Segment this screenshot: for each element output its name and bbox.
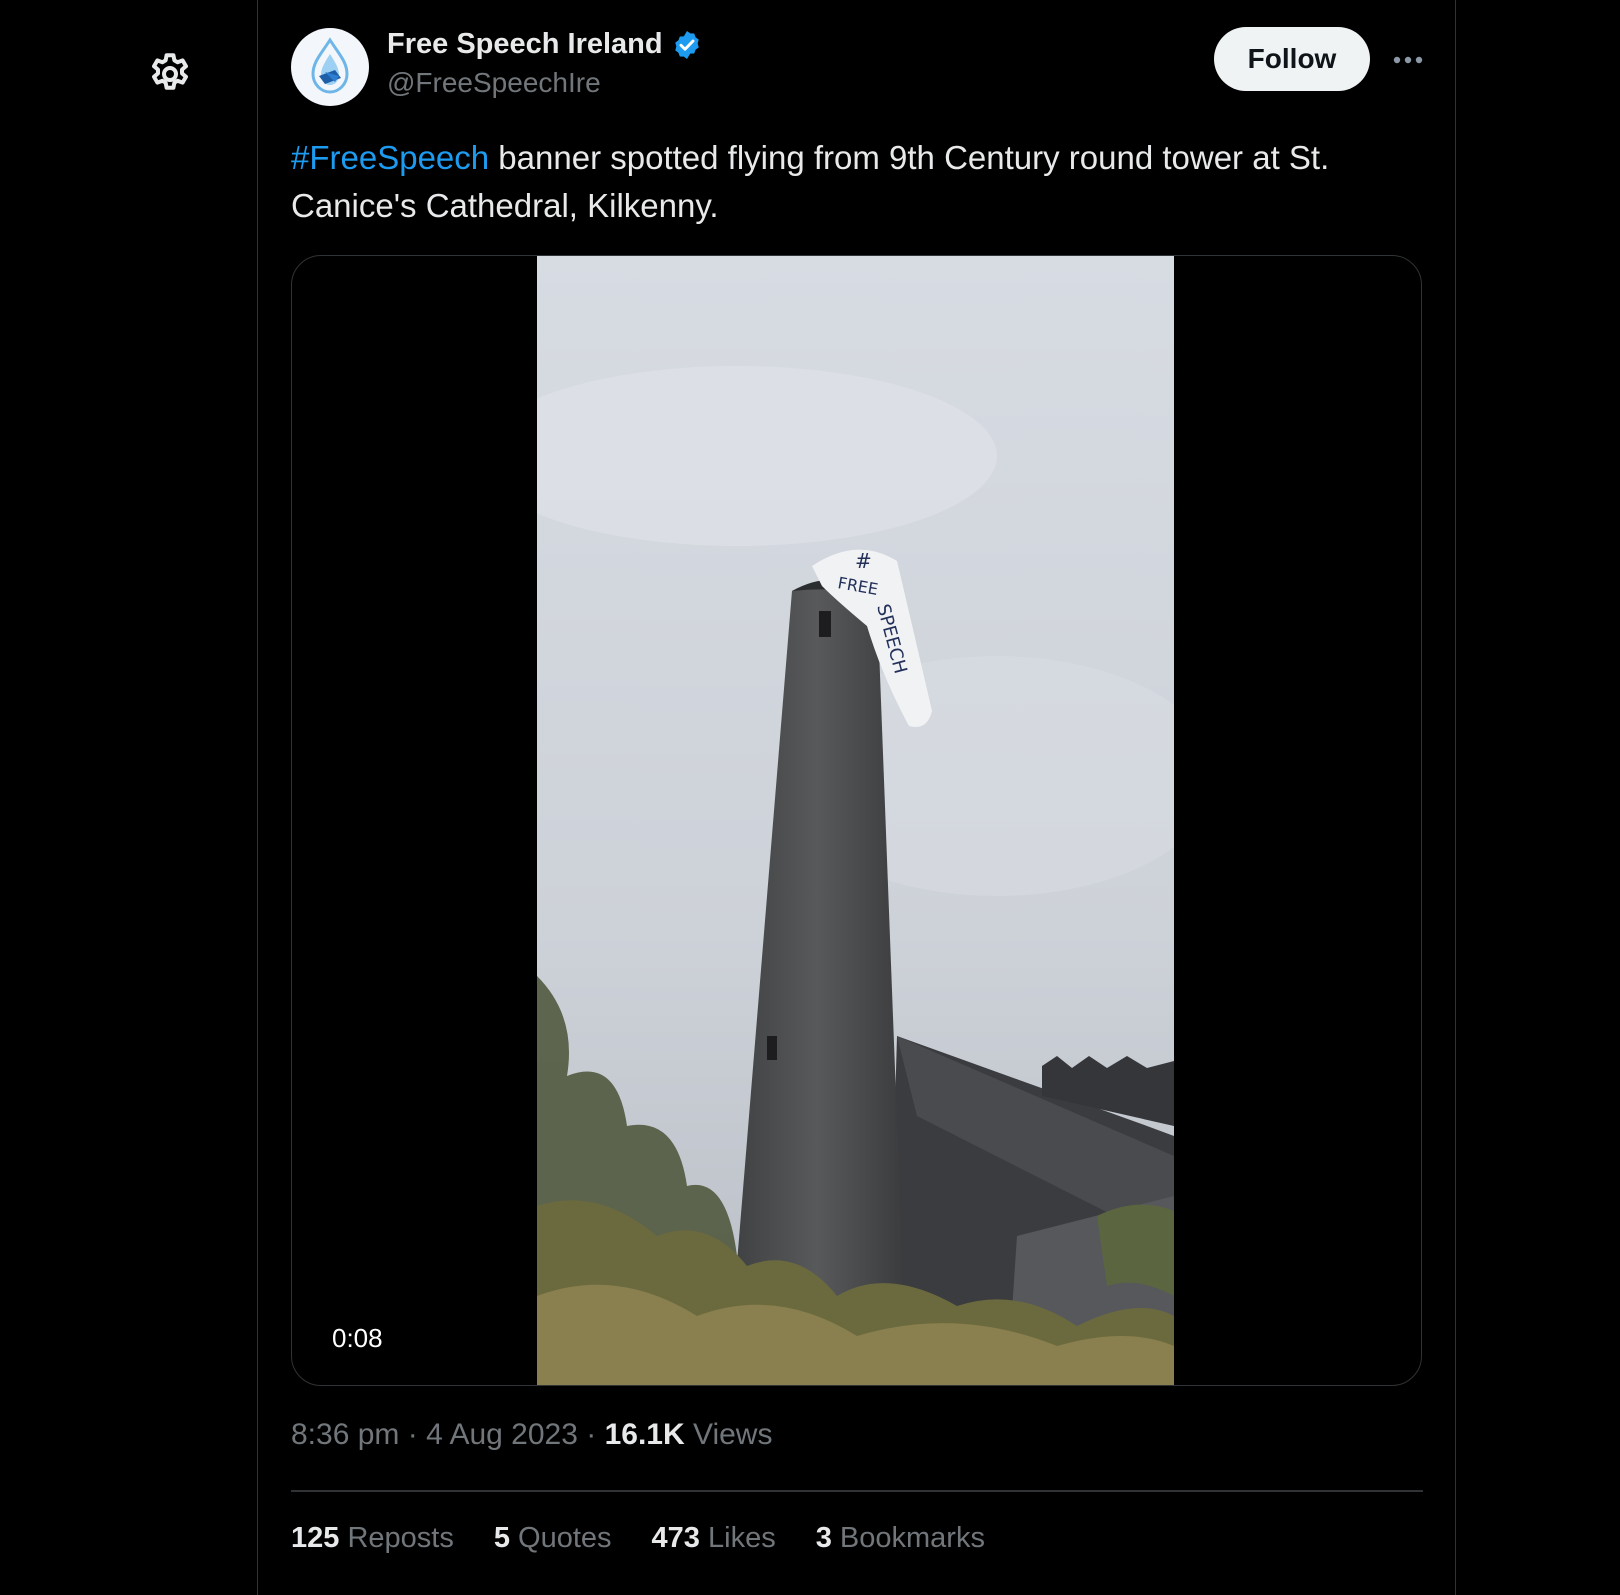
quotes-label: Quotes (518, 1522, 612, 1554)
tweet-date[interactable]: 4 Aug 2023 (426, 1418, 578, 1451)
tweet-time[interactable]: 8:36 pm (291, 1418, 399, 1451)
likes-label: Likes (708, 1522, 776, 1554)
likes-stat[interactable]: 473 Likes (652, 1522, 776, 1555)
left-sidebar (0, 0, 258, 1595)
follow-button[interactable]: Follow (1214, 27, 1370, 91)
video-duration: 0:08 (320, 1319, 395, 1358)
gear-icon (152, 53, 188, 90)
reposts-count: 125 (291, 1522, 340, 1554)
meta-separator: · (407, 1418, 427, 1451)
reposts-stat[interactable]: 125 Reposts (291, 1522, 454, 1555)
more-dots-icon (1393, 56, 1423, 64)
meta-separator: · (586, 1418, 605, 1451)
views-label: Views (692, 1418, 773, 1451)
bookmarks-count: 3 (815, 1522, 832, 1554)
author-handle[interactable]: @FreeSpeechIre (387, 67, 703, 99)
video-player[interactable]: # FREE SPEECH 0:08 (291, 255, 1422, 1386)
tweet-text: #FreeSpeech banner spotted flying from 9… (291, 134, 1423, 230)
bookmarks-stat[interactable]: 3 Bookmarks (816, 1522, 985, 1555)
video-frame[interactable]: # FREE SPEECH (537, 256, 1174, 1385)
more-options-button[interactable] (1386, 40, 1430, 80)
likes-count: 473 (651, 1522, 700, 1554)
flame-logo-icon (296, 33, 364, 101)
round-tower-video-still: # FREE SPEECH (537, 256, 1174, 1385)
banner-hash: # (855, 549, 872, 573)
verified-badge-icon (674, 30, 699, 59)
views-count: 16.1K (604, 1418, 685, 1451)
author-display-name[interactable]: Free Speech Ireland (387, 28, 663, 61)
author-info: Free Speech Ireland @FreeSpeechIre (387, 28, 703, 99)
settings-button[interactable] (140, 44, 200, 104)
avatar[interactable] (291, 28, 369, 106)
hashtag-link[interactable]: #FreeSpeech (291, 139, 489, 176)
bookmarks-label: Bookmarks (839, 1522, 985, 1554)
quotes-stat[interactable]: 5 Quotes (494, 1522, 612, 1555)
divider (291, 1490, 1423, 1492)
reposts-label: Reposts (347, 1522, 454, 1554)
quotes-count: 5 (493, 1522, 510, 1554)
engagement-stats: 125 Reposts 5 Quotes 473 Likes 3 Bookmar… (291, 1522, 985, 1555)
tweet-detail-column: Free Speech Ireland @FreeSpeechIre Follo… (258, 0, 1456, 1595)
tweet-meta: 8:36 pm · 4 Aug 2023 · 16.1K Views (291, 1418, 772, 1452)
